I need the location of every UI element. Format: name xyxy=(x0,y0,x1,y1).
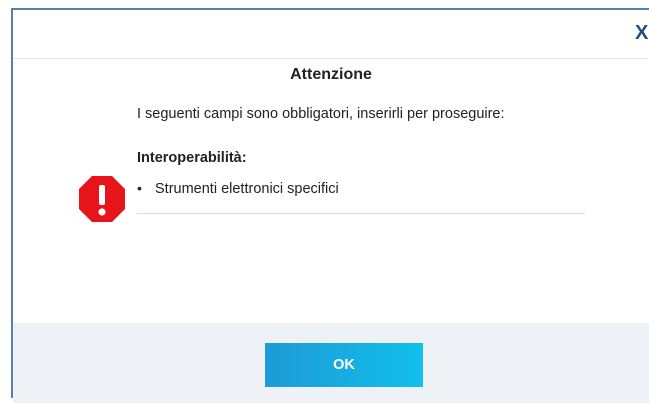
dialog-footer: OK xyxy=(13,323,649,403)
dialog-message: I seguenti campi sono obbligatori, inser… xyxy=(137,106,505,122)
list-item: • Strumenti elettronici specifici xyxy=(137,178,339,198)
dialog-title: Attenzione xyxy=(290,66,372,83)
ok-button[interactable]: OK xyxy=(265,343,423,387)
alert-dialog: X Attenzione I seguenti campi sono obbli… xyxy=(11,8,649,403)
section-label: Interoperabilità: xyxy=(137,150,247,166)
close-button[interactable]: X xyxy=(635,22,649,44)
bullet-icon: • xyxy=(137,180,142,196)
list-item-label: Strumenti elettronici specifici xyxy=(155,181,339,197)
top-strip xyxy=(0,0,649,8)
screen: X Attenzione I seguenti campi sono obbli… xyxy=(0,0,649,403)
divider xyxy=(137,213,585,214)
warning-octagon-icon xyxy=(79,176,125,222)
required-fields-list: • Strumenti elettronici specifici xyxy=(137,178,339,198)
dialog-header: X xyxy=(13,10,649,59)
